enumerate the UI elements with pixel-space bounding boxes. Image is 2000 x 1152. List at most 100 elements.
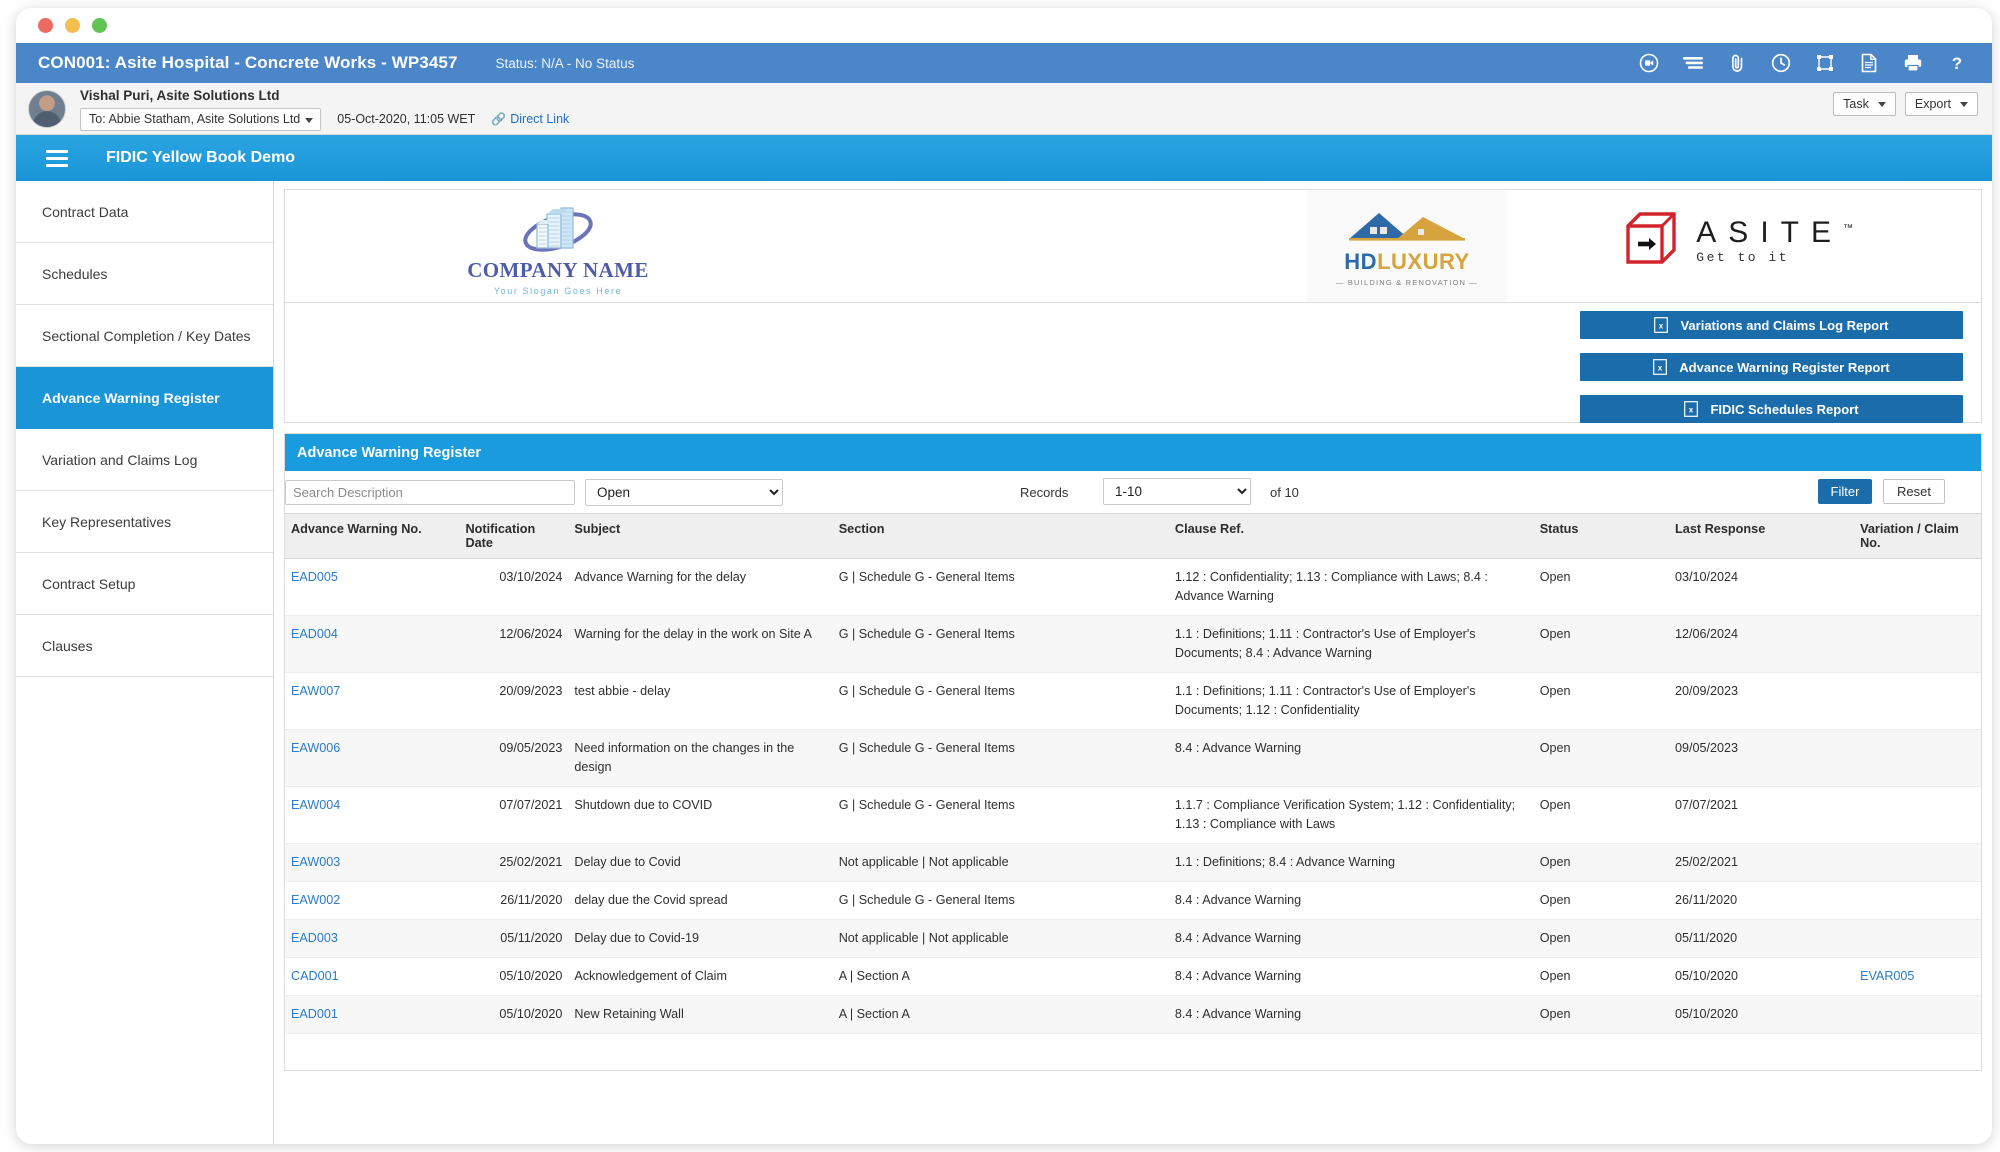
clock-history-icon[interactable]: [1770, 52, 1792, 74]
header-icon-group: ?: [1638, 52, 1978, 74]
export-button-label: Export: [1915, 97, 1951, 111]
column-header-clause-ref[interactable]: Clause Ref.: [1169, 514, 1534, 559]
svg-text:x: x: [1658, 364, 1663, 373]
chevron-down-icon: [1878, 102, 1886, 107]
task-button[interactable]: Task: [1833, 92, 1896, 116]
table-row[interactable]: EAW007 20/09/2023 test abbie - delay G |…: [285, 673, 1981, 730]
cell-last-response: 03/10/2024: [1669, 559, 1854, 616]
cell-variation-claim-no: [1854, 559, 1981, 616]
table-header-row: Advance Warning No. Notification Date Su…: [285, 514, 1981, 559]
variations-and-claims-log-report-button[interactable]: x Variations and Claims Log Report: [1580, 311, 1963, 339]
company-logo: COMPANY NAME Your Slogan Goes Here: [453, 198, 663, 296]
cell-section: G | Schedule G - General Items: [833, 787, 1169, 844]
reset-button[interactable]: Reset: [1883, 479, 1945, 504]
cell-subject: Delay due to Covid-19: [568, 920, 832, 958]
status-filter-select[interactable]: Open: [585, 479, 783, 506]
records-total: of 10: [1270, 485, 1299, 500]
column-header-advance-warning-no[interactable]: Advance Warning No.: [285, 514, 459, 559]
application-body: FIDIC Yellow Book Demo Contract Data Sch…: [16, 135, 1992, 1144]
advance-warning-link[interactable]: CAD001: [291, 969, 339, 983]
cell-variation-claim-no: [1854, 996, 1981, 1034]
table-row[interactable]: EAD001 05/10/2020 New Retaining Wall A |…: [285, 996, 1981, 1034]
table-header: Advance Warning No. Notification Date Su…: [285, 514, 1981, 559]
avatar: [28, 90, 66, 128]
video-record-icon[interactable]: [1638, 52, 1660, 74]
building-mark-icon: [453, 198, 663, 256]
table-row[interactable]: EAW002 26/11/2020 delay due the Covid sp…: [285, 882, 1981, 920]
cell-last-response: 12/06/2024: [1669, 616, 1854, 673]
cell-last-response: 05/11/2020: [1669, 920, 1854, 958]
sidebar-item-label: Contract Data: [42, 204, 128, 220]
register-filter-bar: Open Records 1-10 of 10 Filter Reset: [285, 471, 1981, 513]
cell-subject: delay due the Covid spread: [568, 882, 832, 920]
records-range-select[interactable]: 1-10: [1103, 478, 1251, 505]
expand-fullscreen-icon[interactable]: [1814, 52, 1836, 74]
advance-warning-register-card: Advance Warning Register Open Records 1-…: [284, 433, 1982, 1071]
cell-section: G | Schedule G - General Items: [833, 673, 1169, 730]
filter-button[interactable]: Filter: [1818, 479, 1872, 504]
variation-link[interactable]: EVAR005: [1860, 969, 1914, 983]
asite-trademark: ™: [1843, 223, 1853, 234]
column-header-notification-date[interactable]: Notification Date: [459, 514, 568, 559]
sidebar-item-schedules[interactable]: Schedules: [16, 243, 273, 305]
column-header-section[interactable]: Section: [833, 514, 1169, 559]
sidebar-item-contract-data[interactable]: Contract Data: [16, 181, 273, 243]
sidebar-item-key-representatives[interactable]: Key Representatives: [16, 491, 273, 553]
advance-warning-link[interactable]: EAD001: [291, 1007, 338, 1021]
table-row[interactable]: EAW006 09/05/2023 Need information on th…: [285, 730, 1981, 787]
advance-warning-link[interactable]: EAW002: [291, 893, 340, 907]
paperclip-icon[interactable]: [1726, 52, 1748, 74]
cell-clause-ref: 1.1 : Definitions; 1.11 : Contractor's U…: [1169, 616, 1534, 673]
maximize-window-button[interactable]: [92, 18, 107, 33]
sidebar-item-label: Clauses: [42, 638, 93, 654]
direct-link[interactable]: 🔗 Direct Link: [491, 112, 569, 126]
search-input[interactable]: [285, 480, 575, 505]
cell-clause-ref: 1.1 : Definitions; 1.11 : Contractor's U…: [1169, 673, 1534, 730]
table-row[interactable]: EAD005 03/10/2024 Advance Warning for th…: [285, 559, 1981, 616]
sidebar-item-contract-setup[interactable]: Contract Setup: [16, 553, 273, 615]
sidebar-item-variation-and-claims-log[interactable]: Variation and Claims Log: [16, 429, 273, 491]
document-icon[interactable]: [1858, 52, 1880, 74]
advance-warning-link[interactable]: EAW003: [291, 855, 340, 869]
table-row[interactable]: EAD004 12/06/2024 Warning for the delay …: [285, 616, 1981, 673]
table-row[interactable]: EAW003 25/02/2021 Delay due to Covid Not…: [285, 844, 1981, 882]
activity-feed-icon[interactable]: [1682, 52, 1704, 74]
help-question-icon[interactable]: ?: [1946, 52, 1968, 74]
sidebar-item-sectional-completion[interactable]: Sectional Completion / Key Dates: [16, 305, 273, 367]
column-header-variation-claim-no[interactable]: Variation / Claim No.: [1854, 514, 1981, 559]
advance-warning-register-report-button[interactable]: x Advance Warning Register Report: [1580, 353, 1963, 381]
table-row[interactable]: EAD003 05/11/2020 Delay due to Covid-19 …: [285, 920, 1981, 958]
hd-part1: HD: [1344, 249, 1377, 274]
task-button-label: Task: [1843, 97, 1869, 111]
cell-section: A | Section A: [833, 996, 1169, 1034]
close-window-button[interactable]: [38, 18, 53, 33]
advance-warning-link[interactable]: EAW007: [291, 684, 340, 698]
table-row[interactable]: EAW004 07/07/2021 Shutdown due to COVID …: [285, 787, 1981, 844]
cell-notification-date: 05/10/2020: [459, 958, 568, 996]
company-logo-slogan: Your Slogan Goes Here: [453, 286, 663, 296]
register-card-title: Advance Warning Register: [285, 434, 1981, 471]
column-header-last-response[interactable]: Last Response: [1669, 514, 1854, 559]
advance-warning-link[interactable]: EAD003: [291, 931, 338, 945]
chevron-down-icon: [305, 118, 313, 123]
cell-last-response: 05/10/2020: [1669, 996, 1854, 1034]
export-button[interactable]: Export: [1905, 92, 1978, 116]
advance-warning-link[interactable]: EAW006: [291, 741, 340, 755]
printer-icon[interactable]: [1902, 52, 1924, 74]
cell-notification-date: 12/06/2024: [459, 616, 568, 673]
advance-warning-link[interactable]: EAW004: [291, 798, 340, 812]
advance-warning-link[interactable]: EAD004: [291, 627, 338, 641]
sidebar-item-clauses[interactable]: Clauses: [16, 615, 273, 677]
cell-variation-claim-no: [1854, 787, 1981, 844]
recipient-dropdown[interactable]: To: Abbie Statham, Asite Solutions Ltd: [80, 108, 321, 131]
timestamp: 05-Oct-2020, 11:05 WET: [337, 112, 475, 126]
column-header-subject[interactable]: Subject: [568, 514, 832, 559]
cell-last-response: 07/07/2021: [1669, 787, 1854, 844]
hamburger-icon[interactable]: [46, 146, 68, 171]
sidebar-item-advance-warning-register[interactable]: Advance Warning Register: [16, 367, 273, 429]
advance-warning-link[interactable]: EAD005: [291, 570, 338, 584]
column-header-status[interactable]: Status: [1534, 514, 1669, 559]
table-row[interactable]: CAD001 05/10/2020 Acknowledgement of Cla…: [285, 958, 1981, 996]
fidic-schedules-report-button[interactable]: x FIDIC Schedules Report: [1580, 395, 1963, 423]
minimize-window-button[interactable]: [65, 18, 80, 33]
